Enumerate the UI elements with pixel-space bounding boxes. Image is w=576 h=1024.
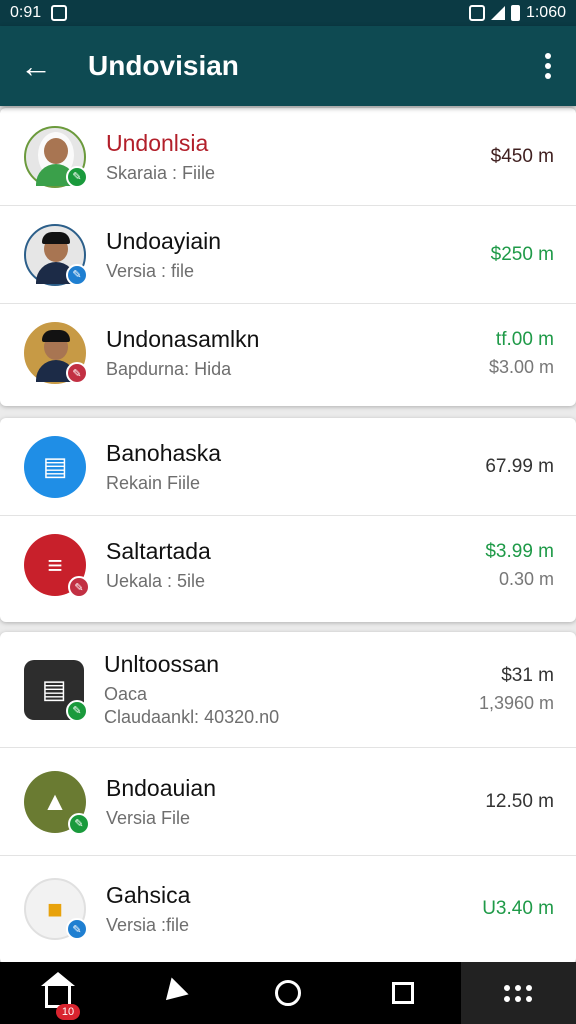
- arrow-left-icon: ←: [20, 47, 52, 84]
- nav-center-button[interactable]: [230, 962, 345, 1024]
- item-title: Unltoossan: [104, 651, 220, 677]
- card-1: ✎ Undonlsia Skaraia : Fiile $450 m ✎ Und…: [0, 108, 576, 406]
- nav-back-button[interactable]: [115, 962, 230, 1024]
- list-item[interactable]: ▤ ✎ Unltoossan Oaca Claudaankl: 40320.n0…: [0, 632, 576, 748]
- person-veil-avatar: ✎: [24, 125, 88, 188]
- back-button[interactable]: ←: [0, 26, 72, 106]
- edit-badge-icon: ✎: [68, 812, 90, 835]
- nav-recents-button[interactable]: [346, 962, 461, 1024]
- nav-apps-button[interactable]: [460, 962, 576, 1024]
- app-logo-icon: ≡: [47, 549, 63, 580]
- item-subtitle: Bapdurna: Hida: [106, 359, 232, 379]
- edit-badge-icon: ✎: [68, 576, 90, 598]
- battery-icon: [510, 5, 520, 21]
- item-subtitle: Versia :file: [106, 915, 190, 935]
- edit-badge-icon: ✎: [66, 263, 88, 286]
- app-logo-icon: ▤: [41, 674, 67, 704]
- nav-home-button[interactable]: 10: [0, 962, 115, 1024]
- navigation-bar: 10: [0, 962, 576, 1024]
- chat-icon: ▤: [42, 451, 68, 481]
- item-title: Undonasamlkn: [106, 326, 260, 352]
- list-item[interactable]: ≡ ✎ Saltartada Uekala : 5ile $3.99 m 0.3…: [0, 516, 576, 614]
- item-subtitle: Oaca: [104, 684, 148, 704]
- edit-badge-icon: ✎: [66, 699, 88, 722]
- item-title: Gahsica: [106, 882, 191, 908]
- nature-app-avatar: ▲ ✎: [24, 770, 90, 835]
- item-title: Undoayiain: [106, 227, 222, 254]
- list-item[interactable]: ✎ Undoayiain Versia : file $250 m: [0, 206, 576, 304]
- item-title: Bndoauian: [106, 774, 216, 801]
- item-title: Undonlsia: [106, 129, 209, 156]
- item-subtitle: Versia File: [106, 807, 191, 828]
- item-subtitle: Skaraia : Fiile: [106, 162, 216, 183]
- item-subtitle: Versia : file: [106, 260, 195, 281]
- card-2: ▤ Banohaska Rekain Fiile 67.99 m ≡ ✎ Sal…: [0, 418, 576, 622]
- item-amount: U3.40 m: [482, 898, 554, 919]
- status-bar: 0:91 1:060: [0, 0, 576, 26]
- item-amount: $450 m: [490, 145, 554, 167]
- page-title: Undovisian: [88, 50, 239, 81]
- card-3: ▤ ✎ Unltoossan Oaca Claudaankl: 40320.n0…: [0, 632, 576, 964]
- item-amount: 67.99 m: [485, 455, 554, 477]
- item-amount: $3.99 m: [485, 540, 554, 562]
- app-logo-icon: ■: [47, 893, 63, 924]
- person-cap2-avatar: ✎: [24, 322, 88, 384]
- item-amount: tf.00 m: [495, 328, 554, 350]
- notification-badge: 10: [56, 1004, 80, 1020]
- item-subtitle-2: Claudaankl: 40320.n0: [104, 707, 280, 727]
- edit-badge-icon: ✎: [66, 362, 88, 384]
- edit-badge-icon: ✎: [66, 165, 88, 188]
- item-amount: 12.50 m: [485, 790, 554, 812]
- back-icon: [157, 977, 189, 1009]
- tree-icon: ▲: [42, 786, 68, 816]
- list-item[interactable]: ✎ Undonlsia Skaraia : Fiile $450 m: [0, 108, 576, 206]
- more-vertical-icon: [545, 53, 551, 59]
- item-title: Saltartada: [106, 538, 211, 564]
- list-item[interactable]: ■ ✎ Gahsica Versia :file U3.40 m: [0, 856, 576, 962]
- item-subtitle: Rekain Fiile: [106, 472, 201, 493]
- chat-app-avatar: ▤: [24, 435, 86, 498]
- home-circle-icon: [275, 980, 301, 1006]
- wifi-icon: [468, 5, 485, 21]
- notification-icon: [51, 5, 68, 21]
- item-amount-secondary: 0.30 m: [498, 568, 554, 589]
- item-title: Banohaska: [106, 439, 222, 466]
- list-item[interactable]: ▤ Banohaska Rekain Fiile 67.99 m: [0, 418, 576, 516]
- list-item[interactable]: ✎ Undonasamlkn Bapdurna: Hida tf.00 m $3…: [0, 304, 576, 402]
- item-amount: $250 m: [490, 243, 554, 265]
- item-amount: $31 m: [501, 665, 554, 686]
- item-amount-secondary: 1,3960 m: [478, 693, 554, 713]
- more-options-button[interactable]: [520, 26, 576, 106]
- list-item[interactable]: ▲ ✎ Bndoauian Versia File 12.50 m: [0, 748, 576, 856]
- status-time-right: 1:060: [525, 4, 566, 21]
- dark-app-avatar: ▤ ✎: [24, 659, 88, 722]
- item-amount-secondary: $3.00 m: [488, 356, 554, 377]
- person-cap-avatar: ✎: [24, 223, 88, 286]
- app-bar: ← Undovisian: [0, 26, 576, 106]
- apps-grid-icon: [504, 984, 533, 1002]
- red-app-avatar: ≡ ✎: [24, 534, 90, 598]
- edit-badge-icon: ✎: [66, 918, 88, 940]
- yellow-app-avatar: ■ ✎: [24, 878, 88, 940]
- recents-icon: [392, 982, 415, 1004]
- item-subtitle: Uekala : 5ile: [106, 571, 206, 591]
- status-time-left: 0:91: [10, 4, 42, 21]
- signal-icon: [490, 6, 505, 20]
